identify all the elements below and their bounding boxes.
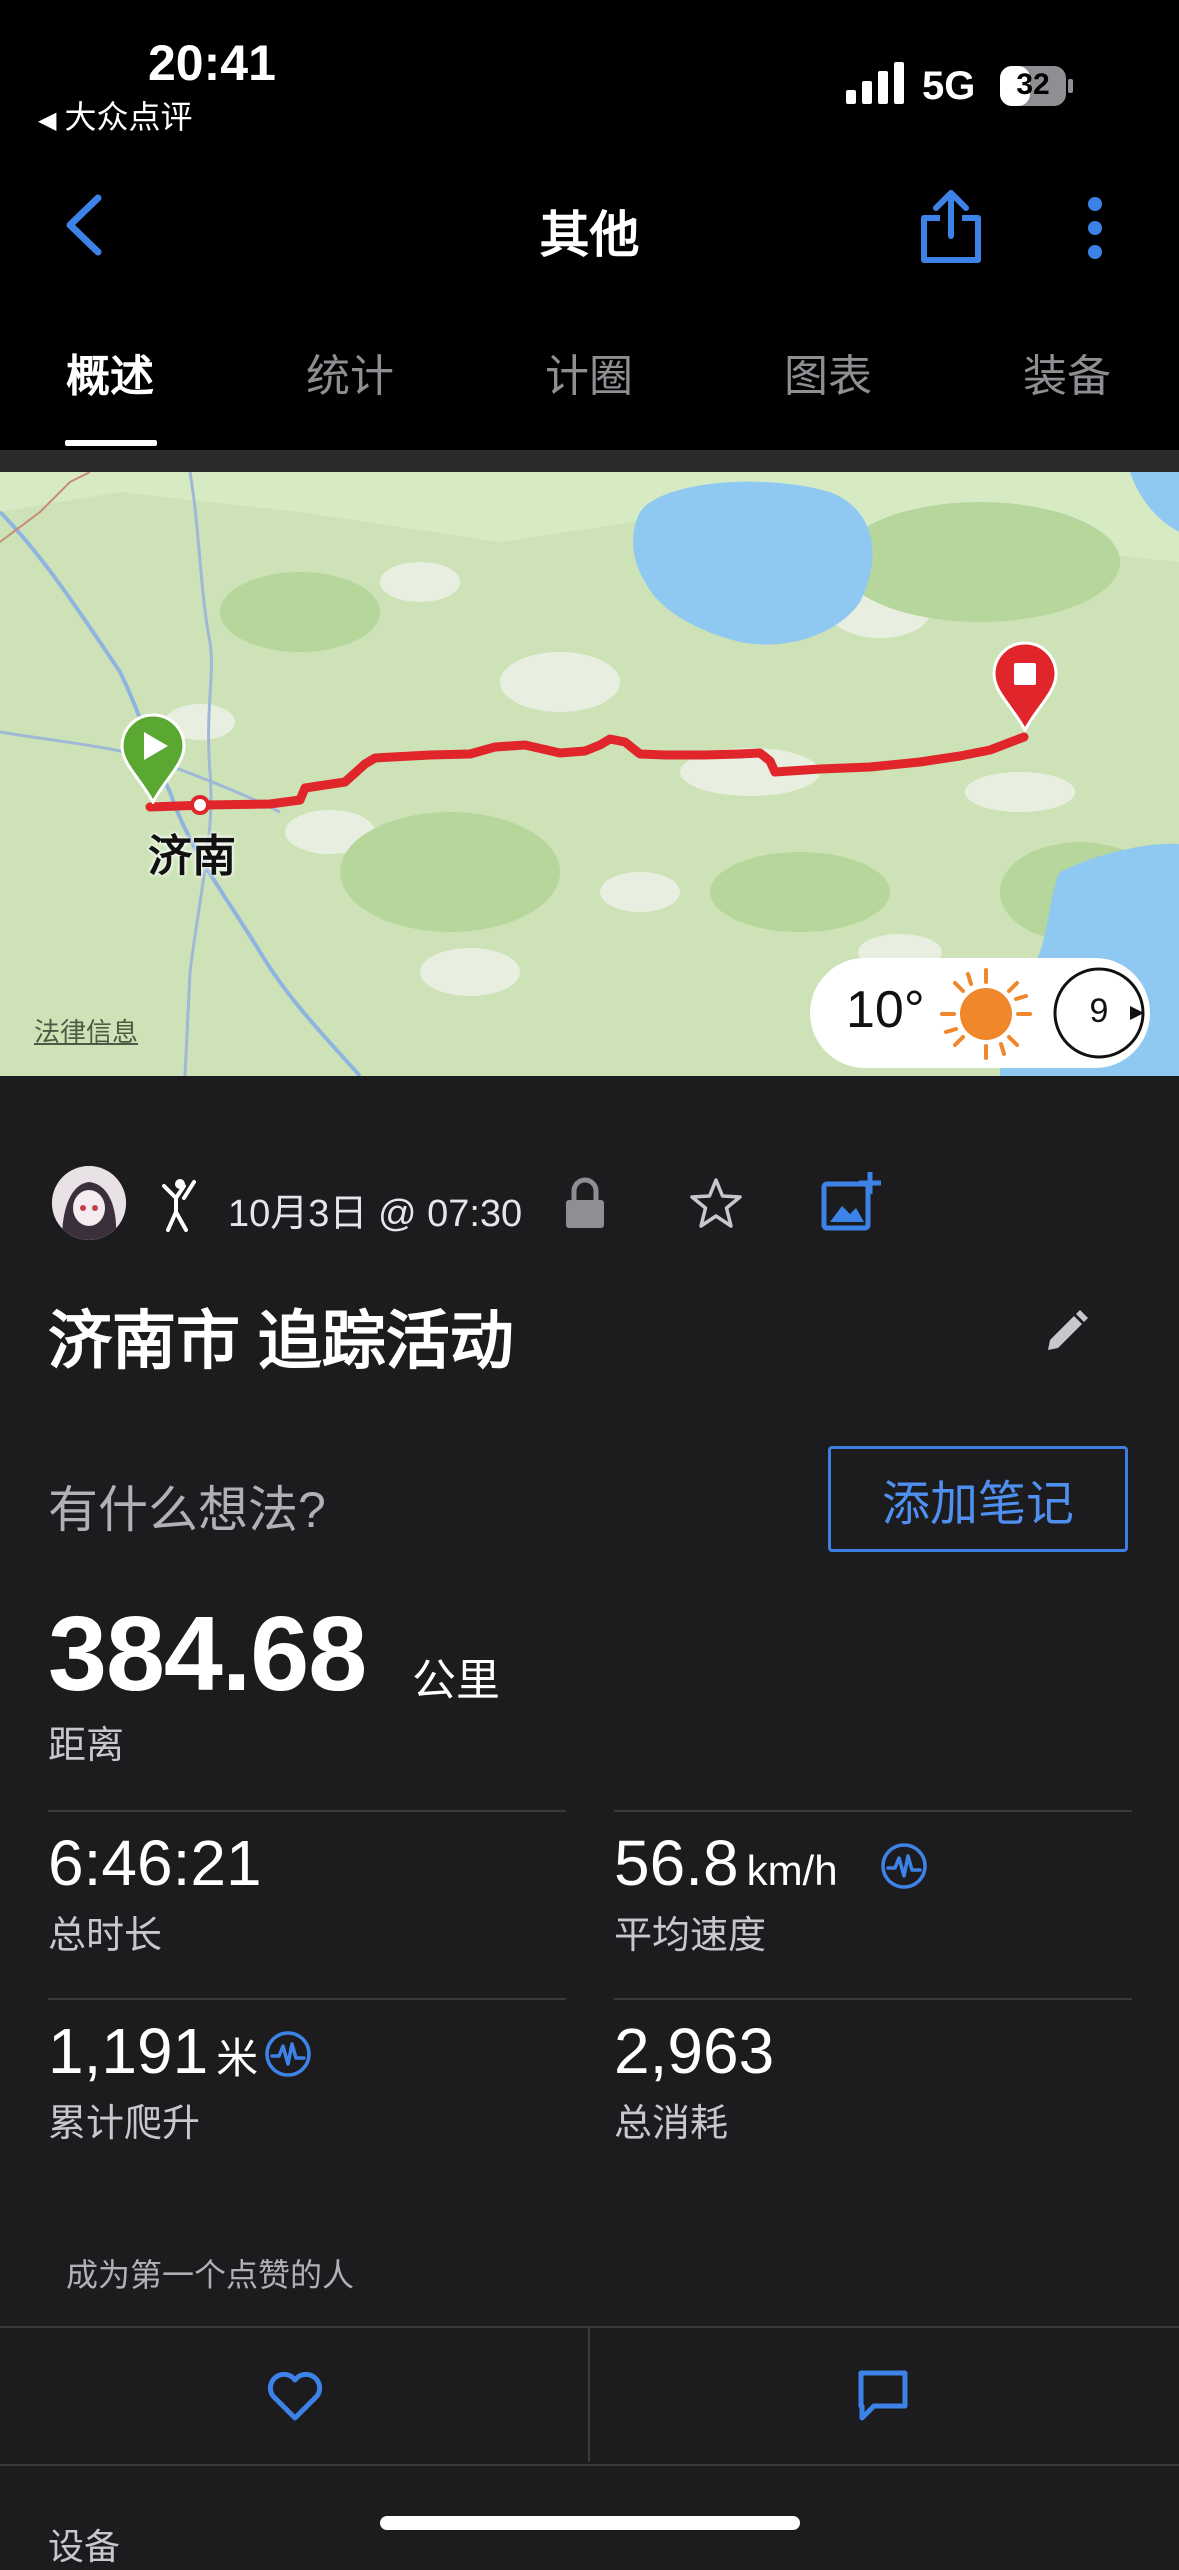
temperature: 10° <box>846 981 925 1039</box>
avatar[interactable] <box>52 1166 126 1240</box>
distance-value: 384.68 <box>48 1595 367 1713</box>
end-marker-icon <box>992 641 1058 732</box>
back-triangle-icon: ◀ <box>38 107 57 134</box>
likes-text: 成为第一个点赞的人 <box>66 2257 355 2293</box>
activity-title: 济南市 追踪活动 <box>48 1305 514 1377</box>
star-icon[interactable] <box>688 1176 744 1232</box>
pulse-chart-icon[interactable] <box>880 1842 928 1890</box>
stat-number: 1,191 <box>48 2015 209 2087</box>
stat-calories-value: 2,963 <box>614 2014 774 2088</box>
edit-pencil-icon[interactable] <box>1040 1306 1090 1356</box>
sun-icon <box>940 968 1032 1060</box>
separator <box>0 450 1179 472</box>
signal-icon <box>846 62 904 104</box>
lock-icon[interactable] <box>560 1176 610 1230</box>
start-marker-icon <box>120 713 186 804</box>
battery-icon: 32 <box>1000 66 1074 106</box>
add-photo-icon[interactable] <box>820 1170 882 1232</box>
stat-number: 2,963 <box>614 2015 775 2087</box>
stat-ascent-label: 累计爬升 <box>48 2103 201 2145</box>
page-title: 其他 <box>539 207 640 263</box>
stat-unit: 米 <box>216 2035 259 2082</box>
divider <box>614 1998 1132 2000</box>
pulse-chart-icon[interactable] <box>264 2030 312 2078</box>
device-section-label: 设备 <box>48 2526 121 2567</box>
battery-level: 32 <box>1016 68 1050 101</box>
stat-duration-value: 6:46:21 <box>48 1826 262 1900</box>
wind-speed: 9 <box>1089 992 1109 1030</box>
activity-date: 10月3日 @ 07:30 <box>228 1193 523 1235</box>
legal-info-link[interactable]: 法律信息 <box>34 1012 138 1049</box>
divider <box>614 1810 1132 1812</box>
stat-number: 56.8 <box>614 1827 739 1899</box>
stat-unit: km/h <box>746 1847 838 1894</box>
tab-laps[interactable]: 计圈 <box>509 340 669 404</box>
distance-label: 距离 <box>48 1725 125 1767</box>
thoughts-prompt[interactable]: 有什么想法? <box>48 1470 326 1542</box>
tab-overview[interactable]: 概述 <box>30 340 190 404</box>
divider <box>48 1998 566 2000</box>
tab-charts[interactable]: 图表 <box>748 340 908 404</box>
tab-stats[interactable]: 统计 <box>270 340 430 404</box>
activity-type-icon <box>162 1179 196 1232</box>
clock: 20:41 <box>148 35 276 91</box>
back-to-app-link[interactable]: ◀ 大众点评 <box>38 92 192 138</box>
divider <box>588 2328 590 2462</box>
divider <box>48 1810 566 1812</box>
tab-gear[interactable]: 装备 <box>987 340 1147 404</box>
network-type: 5G <box>922 64 976 108</box>
stat-number: 6:46:21 <box>48 1827 262 1899</box>
stat-ascent-value: 1,191 米 <box>48 2014 258 2088</box>
stat-calories-label: 总消耗 <box>614 2103 729 2145</box>
stat-duration-label: 总时长 <box>48 1915 163 1957</box>
comment-icon[interactable] <box>856 2368 910 2422</box>
stat-speed-value: 56.8 km/h <box>614 1826 838 1900</box>
wind-indicator: 9 <box>1050 964 1148 1062</box>
back-app-label: 大众点评 <box>64 99 193 135</box>
active-tab-indicator <box>65 440 157 446</box>
city-label: 济南 <box>148 832 236 881</box>
more-options-icon[interactable] <box>1086 196 1104 260</box>
add-note-button[interactable]: 添加笔记 <box>828 1446 1128 1552</box>
stat-speed-label: 平均速度 <box>614 1915 767 1957</box>
share-icon[interactable] <box>920 188 982 266</box>
home-indicator[interactable] <box>380 2516 800 2530</box>
distance-unit: 公里 <box>412 1656 500 1705</box>
like-heart-icon[interactable] <box>266 2370 324 2422</box>
